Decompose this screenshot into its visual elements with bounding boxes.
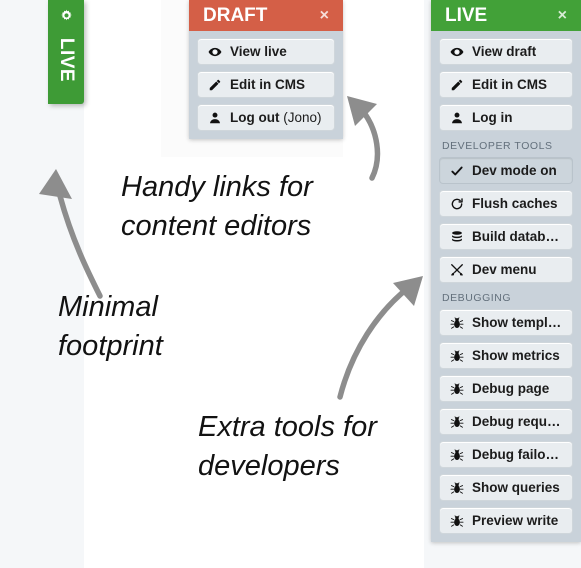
annotation-handy-links: Handy links for content editors [121,171,313,243]
annotation-extra-tools: Extra tools for developers [198,411,377,483]
annotation-minimal-footprint: Minimal footprint [58,291,163,363]
